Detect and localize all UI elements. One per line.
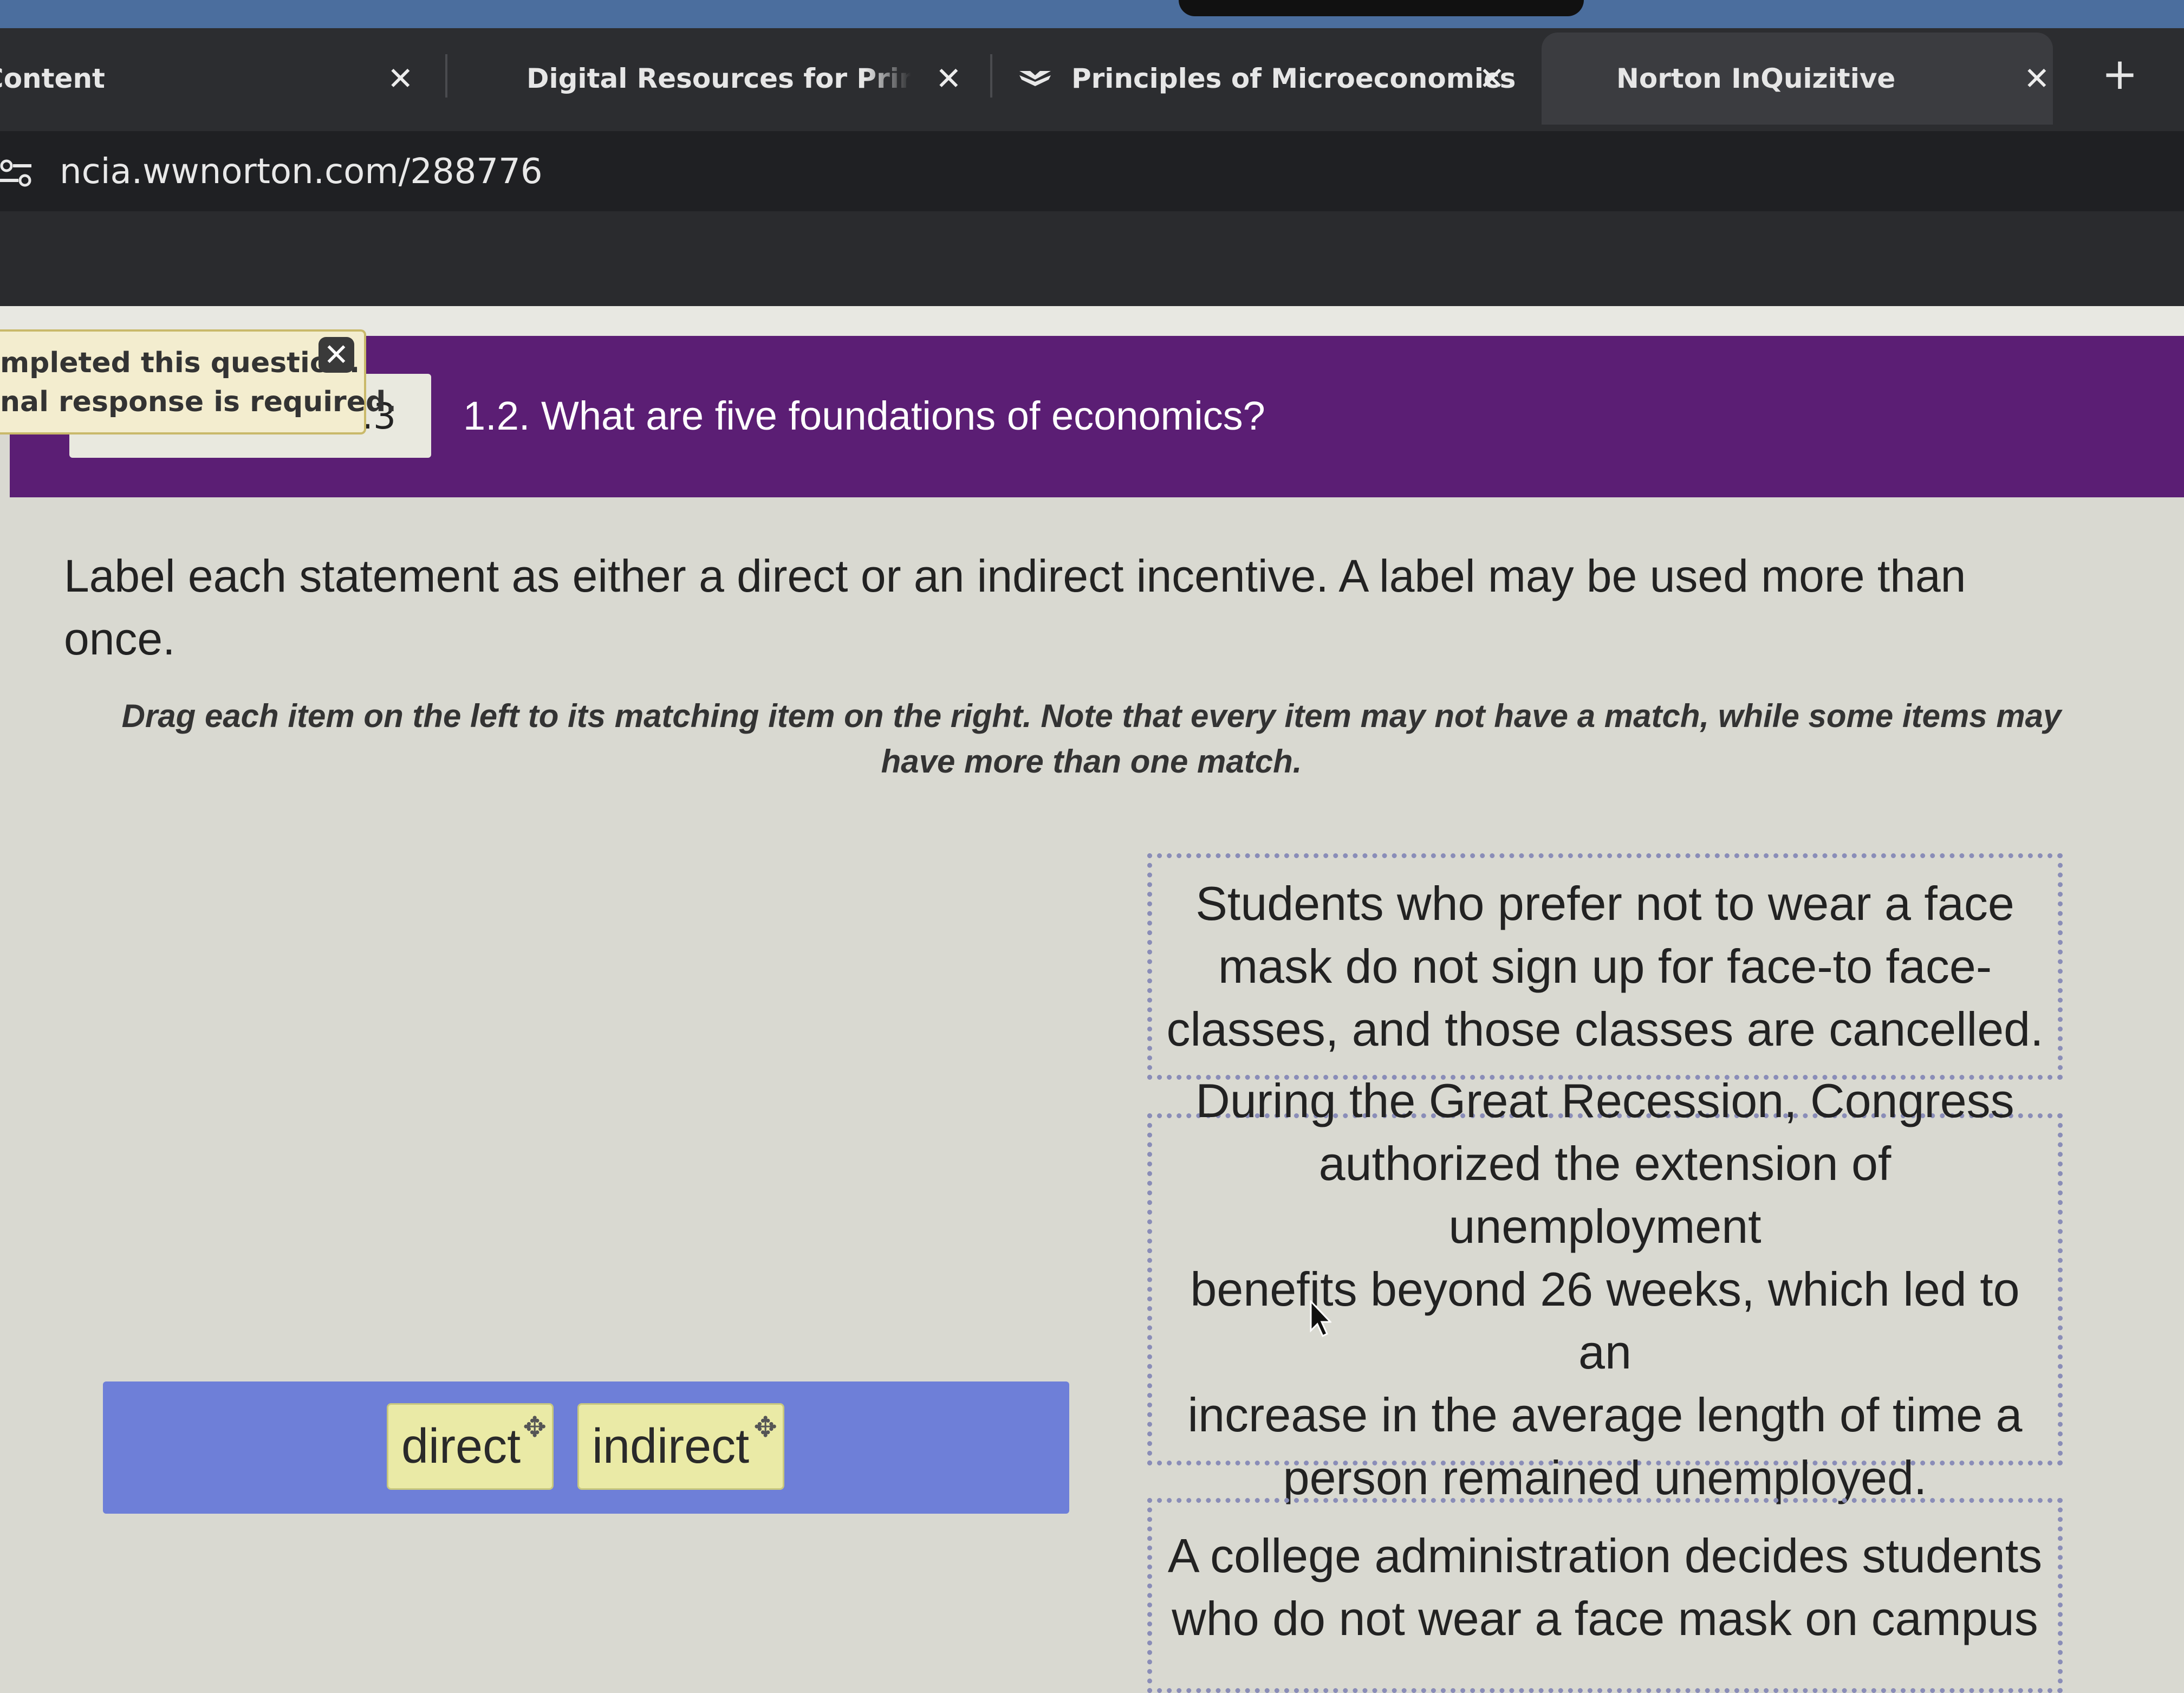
question-title: 1.2. What are five foundations of econom… [463, 393, 1265, 438]
tab-principles-microeconomics[interactable]: Principles of Microeconomics ✕ [1018, 33, 1517, 125]
tab-content[interactable]: Content ✕ [0, 33, 422, 125]
statement-line: classes, and those classes are cancelled… [1166, 1002, 2044, 1056]
tab-norton-inquizitive[interactable]: Norton InQuizitive ✕ [1542, 33, 2053, 125]
chip-label: indirect [592, 1419, 750, 1474]
bird-favicon-icon [1019, 71, 1051, 86]
completion-notice: mpleted this question. nal response is r… [0, 329, 396, 434]
statement-line: mask do not sign up for face-to face- [1218, 939, 1992, 993]
tab-title: Norton InQuizitive [1616, 63, 1896, 94]
close-icon[interactable]: ✕ [2024, 60, 2050, 97]
statement-line: increase in the average length of time a [1187, 1388, 2023, 1442]
new-tab-button[interactable]: + [2102, 49, 2138, 99]
browser-toolbar-area [0, 211, 2184, 306]
tab-title: Digital Resources for Principle [526, 63, 911, 94]
notice-line-2: nal response is required. [0, 386, 396, 418]
tab-separator [990, 54, 992, 98]
notice-line-1: mpleted this question. [0, 347, 360, 379]
tab-title: Principles of Microeconomics [1071, 63, 1516, 94]
close-icon[interactable]: ✕ [1479, 60, 1505, 97]
notice-close-icon[interactable]: ✕ [318, 337, 354, 373]
chip-label: direct [401, 1419, 521, 1474]
url-text[interactable]: ncia.wwnorton.com/288776 [60, 152, 543, 192]
tab-title: Content [0, 63, 105, 94]
statement-line: authorized the extension of unemployment [1318, 1137, 1891, 1253]
top-strip [0, 0, 2184, 28]
tab-digital-resources[interactable]: Digital Resources for Principle ✕ [526, 33, 971, 125]
statement-line: A college administration decides student… [1167, 1529, 2043, 1582]
label-chip-indirect[interactable]: indirect ✥ [577, 1403, 784, 1490]
drag-handle-icon: ✥ [753, 1412, 777, 1443]
drag-instruction: Drag each item on the left to its matchi… [121, 698, 2062, 780]
drop-target-statement-2[interactable]: During the Great Recession, Congress aut… [1147, 1074, 2063, 1504]
drop-target-statement-3[interactable]: A college administration decides student… [1147, 1498, 2063, 1693]
drag-handle-icon: ✥ [523, 1412, 547, 1443]
label-chip-direct[interactable]: direct ✥ [387, 1403, 554, 1490]
site-controls-icon[interactable] [0, 157, 32, 190]
mouse-cursor-icon [1310, 1300, 1331, 1338]
camera-notch [1179, 0, 1584, 16]
drop-target-statement-1[interactable]: Students who prefer not to wear a face m… [1147, 853, 2063, 1080]
tab-separator [445, 54, 447, 98]
statement-line: Students who prefer not to wear a face [1195, 877, 2014, 930]
question-instruction: Label each statement as either a direct … [64, 550, 1966, 664]
statement-line: who do not wear a face mask on campus [1172, 1592, 2038, 1645]
statement-line: benefits beyond 26 weeks, which led to a… [1190, 1262, 2020, 1379]
statement-line: During the Great Recession, Congress [1195, 1074, 2014, 1127]
close-icon[interactable]: ✕ [387, 60, 414, 97]
close-icon[interactable]: ✕ [935, 60, 962, 97]
